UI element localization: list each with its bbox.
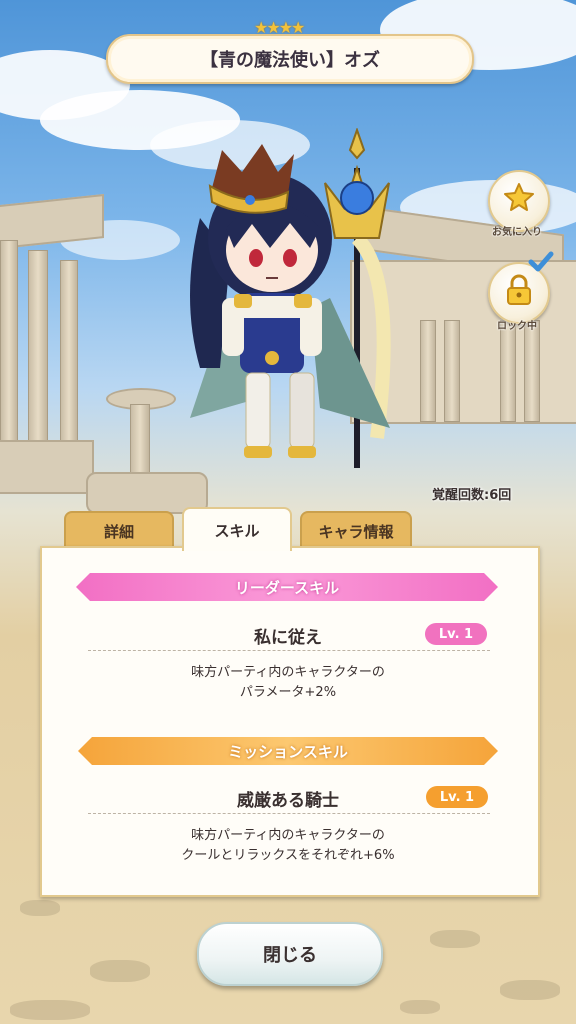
leader-skill-header-label: リーダースキル	[234, 578, 340, 597]
tab-details[interactable]: 詳細	[64, 511, 174, 549]
tab-details-label: 詳細	[103, 522, 134, 541]
tab-skill-label: スキル	[214, 521, 260, 540]
tab-character-info[interactable]: キャラ情報	[300, 511, 412, 549]
close-button-label: 閉じる	[263, 945, 317, 966]
mission-skill-level: Lv. 1	[426, 786, 488, 808]
character-title: 【青の魔法使い】オズ	[200, 50, 380, 71]
lock-label: ロック中	[497, 321, 537, 332]
tab-character-info-label: キャラ情報	[318, 522, 394, 541]
mission-skill-description-line2: クールとリラックスをそれぞれ+6%	[181, 848, 395, 863]
mission-skill-header: ミッションスキル	[78, 737, 498, 765]
leader-skill-description-line1: 味方パーティ内のキャラクターの	[191, 665, 385, 680]
character-illustration	[190, 128, 391, 468]
character-title-plate: 【青の魔法使い】オズ	[106, 34, 474, 84]
star-icon	[504, 183, 534, 211]
tab-skill[interactable]: スキル	[182, 507, 292, 551]
leader-skill-header: リーダースキル	[76, 573, 498, 601]
awakening-count: 覚醒回数:6回	[432, 488, 512, 503]
leader-skill-divider	[88, 650, 490, 651]
padlock-icon	[507, 274, 531, 305]
leader-skill-description-line2: パラメータ+2%	[239, 685, 337, 700]
checkmark-icon	[528, 251, 554, 272]
mission-skill-header-label: ミッションスキル	[228, 742, 348, 761]
mission-skill-description-line1: 味方パーティ内のキャラクターの	[191, 828, 385, 843]
close-button[interactable]: 閉じる	[197, 922, 383, 986]
mission-skill-divider	[88, 813, 490, 814]
leader-skill-level: Lv. 1	[425, 623, 487, 645]
favorite-label: お気に入り	[492, 227, 542, 238]
